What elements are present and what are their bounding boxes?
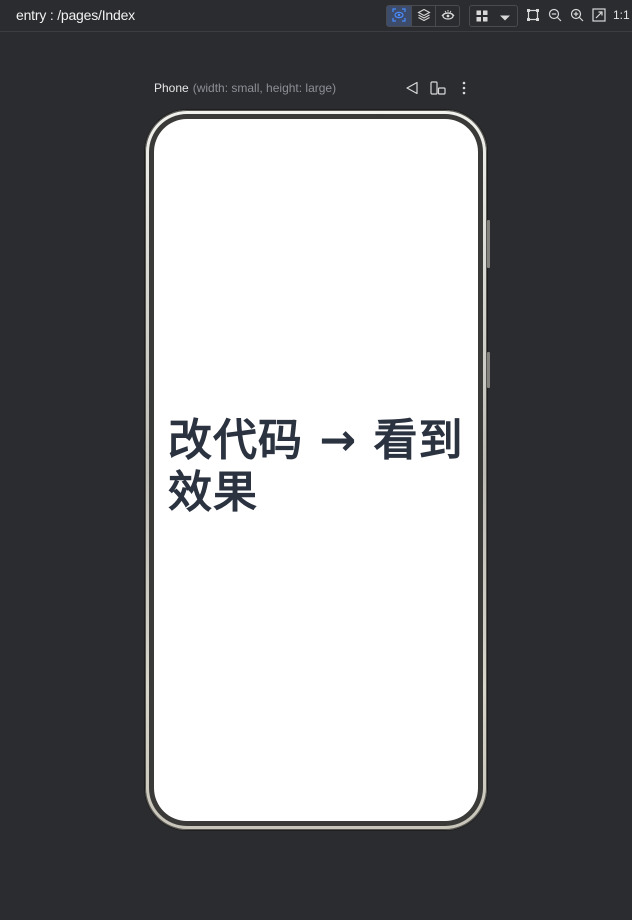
volume-button [487,220,490,268]
zoom-out-icon [548,7,562,26]
dropdown-icon [499,7,511,26]
fit-screen-button[interactable] [590,7,608,25]
phone-screen[interactable]: 改代码 → 看到效果 [154,119,478,821]
power-button [487,352,490,388]
fit-frame-icon [526,7,540,26]
zoom-in-icon [570,7,584,26]
rotate-button[interactable] [403,80,421,98]
device-header: Phone (width: small, height: large) [154,80,474,98]
layout-select-group [469,5,518,27]
fit-screen-icon [592,7,606,26]
layers-button[interactable] [411,6,435,26]
multi-device-icon [430,80,446,99]
layout-button[interactable] [470,6,494,26]
actual-size-button[interactable]: 1:1 [613,8,630,22]
multi-device-button[interactable] [429,80,447,98]
layout-dropdown-button[interactable] [494,6,518,26]
device-label: Phone (width: small, height: large) [154,81,336,95]
screen-content-text: 改代码 → 看到效果 [168,415,464,518]
preview-eye-icon [440,7,455,26]
grid-layout-icon [476,7,488,26]
device-name: Phone [154,81,189,95]
inspect-eye-icon [392,7,406,26]
page-path-title: entry : /pages/Index [16,7,135,23]
fit-frame-button[interactable] [524,7,542,25]
rotate-triangle-icon [405,80,419,99]
more-vertical-icon [462,80,466,99]
preview-toolbar: entry : /pages/Index 1:1 [0,0,632,32]
preview-button[interactable] [435,6,459,26]
more-options-button[interactable] [455,80,473,98]
view-mode-group [386,5,460,27]
layers-icon [416,7,431,26]
zoom-out-button[interactable] [546,7,564,25]
device-spec: (width: small, height: large) [192,81,337,95]
inspect-button[interactable] [387,6,411,26]
zoom-in-button[interactable] [568,7,586,25]
